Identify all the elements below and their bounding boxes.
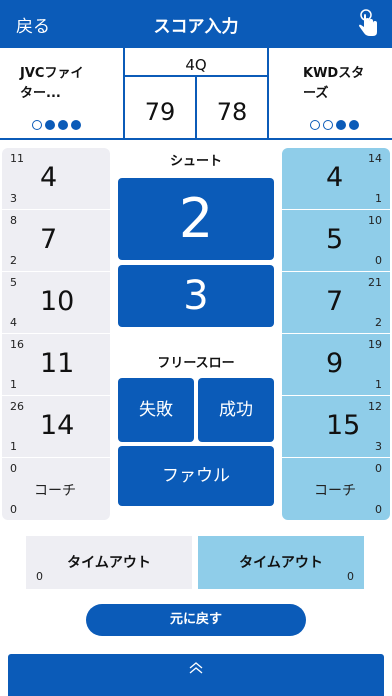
player-points: 19 <box>368 338 382 351</box>
freethrow-miss-button[interactable]: 失敗 <box>118 378 194 442</box>
coach-count-bottom: 0 <box>375 503 382 516</box>
player-fouls: 1 <box>375 192 382 205</box>
player-number: 11 <box>40 348 75 379</box>
coach-count-top: 0 <box>375 462 382 475</box>
coach-count-bottom: 0 <box>10 503 17 516</box>
expand-panel-bar[interactable] <box>8 654 384 696</box>
timeout-dot <box>32 120 42 130</box>
left-coach-row[interactable]: 0 コーチ 0 <box>2 458 110 520</box>
timeout-dot <box>349 120 359 130</box>
player-fouls: 1 <box>10 440 17 453</box>
coach-label: コーチ <box>34 483 76 499</box>
left-player-row[interactable]: 26 14 1 <box>2 396 110 458</box>
player-points: 8 <box>10 214 17 227</box>
player-number: 7 <box>326 286 344 317</box>
top-nav-bar: 戻る スコア入力 <box>0 0 392 48</box>
coach-label: コーチ <box>314 483 356 499</box>
left-player-row[interactable]: 16 11 1 <box>2 334 110 396</box>
freethrow-label: フリースロー <box>157 356 235 371</box>
right-player-row[interactable]: 10 5 0 <box>282 210 390 272</box>
player-points: 12 <box>368 400 382 413</box>
player-fouls: 3 <box>10 192 17 205</box>
player-fouls: 0 <box>375 254 382 267</box>
away-timeout-button[interactable]: タイムアウト 0 <box>198 536 364 589</box>
home-timeout-dots <box>32 120 81 130</box>
left-player-row[interactable]: 11 4 3 <box>2 148 110 210</box>
timeout-dot <box>336 120 346 130</box>
player-points: 11 <box>10 152 24 165</box>
quarter-label: 4Q <box>185 56 207 74</box>
right-player-row[interactable]: 19 9 1 <box>282 334 390 396</box>
away-score: 78 <box>216 98 248 126</box>
player-points: 26 <box>10 400 24 413</box>
player-fouls: 4 <box>10 316 17 329</box>
foul-button[interactable]: ファウル <box>118 446 274 506</box>
player-number: 4 <box>40 162 58 193</box>
undo-button[interactable]: 元に戻す <box>86 604 306 636</box>
home-timeout-count: 0 <box>36 570 43 583</box>
player-number: 15 <box>326 410 361 441</box>
three-point-button[interactable]: 3 <box>118 265 274 327</box>
player-number: 7 <box>40 224 58 255</box>
player-number: 14 <box>40 410 75 441</box>
home-timeout-button[interactable]: タイムアウト 0 <box>26 536 192 589</box>
timeout-dot <box>71 120 81 130</box>
player-points: 16 <box>10 338 24 351</box>
player-points: 5 <box>10 276 17 289</box>
scoreboard: JVCファイ ター... 4Q 79 78 KWDスタ ーズ <box>0 48 392 140</box>
player-fouls: 1 <box>10 378 17 391</box>
player-number: 5 <box>326 224 344 255</box>
player-number: 10 <box>40 286 75 317</box>
player-points: 21 <box>368 276 382 289</box>
freethrow-success-button[interactable]: 成功 <box>198 378 274 442</box>
coach-count-top: 0 <box>10 462 17 475</box>
shoot-label: シュート <box>169 154 222 169</box>
away-player-list: 14 4 1 10 5 0 21 7 2 19 9 1 12 15 3 0 コーチ 0 <box>282 148 390 520</box>
timeout-dot <box>323 120 333 130</box>
away-timeout-count: 0 <box>347 570 354 583</box>
player-fouls: 2 <box>10 254 17 267</box>
double-chevron-up-icon <box>189 662 203 674</box>
timeout-dot <box>58 120 68 130</box>
timeout-dot <box>310 120 320 130</box>
player-number: 4 <box>326 162 344 193</box>
player-points: 14 <box>368 152 382 165</box>
home-team-name: JVCファイ ター... <box>20 66 84 101</box>
right-coach-row[interactable]: 0 コーチ 0 <box>282 458 390 520</box>
timeout-dot <box>45 120 55 130</box>
left-player-row[interactable]: 8 7 2 <box>2 210 110 272</box>
player-number: 9 <box>326 348 344 379</box>
timeout-label: タイムアウト <box>239 555 323 571</box>
player-fouls: 3 <box>375 440 382 453</box>
timeout-label: タイムアウト <box>67 555 151 571</box>
right-player-row[interactable]: 21 7 2 <box>282 272 390 334</box>
away-team-name: KWDスタ ーズ <box>303 66 365 101</box>
divider <box>267 48 269 140</box>
right-player-row[interactable]: 12 15 3 <box>282 396 390 458</box>
home-score: 79 <box>144 98 176 126</box>
player-fouls: 2 <box>375 316 382 329</box>
page-title: スコア入力 <box>153 17 239 37</box>
touch-hand-icon[interactable] <box>354 9 380 39</box>
player-fouls: 1 <box>375 378 382 391</box>
player-points: 10 <box>368 214 382 227</box>
home-player-list: 11 4 3 8 7 2 5 10 4 16 11 1 26 14 1 0 コーチ 0 <box>2 148 110 520</box>
two-point-button[interactable]: 2 <box>118 178 274 260</box>
right-player-row[interactable]: 14 4 1 <box>282 148 390 210</box>
away-timeout-dots <box>310 120 359 130</box>
left-player-row[interactable]: 5 10 4 <box>2 272 110 334</box>
